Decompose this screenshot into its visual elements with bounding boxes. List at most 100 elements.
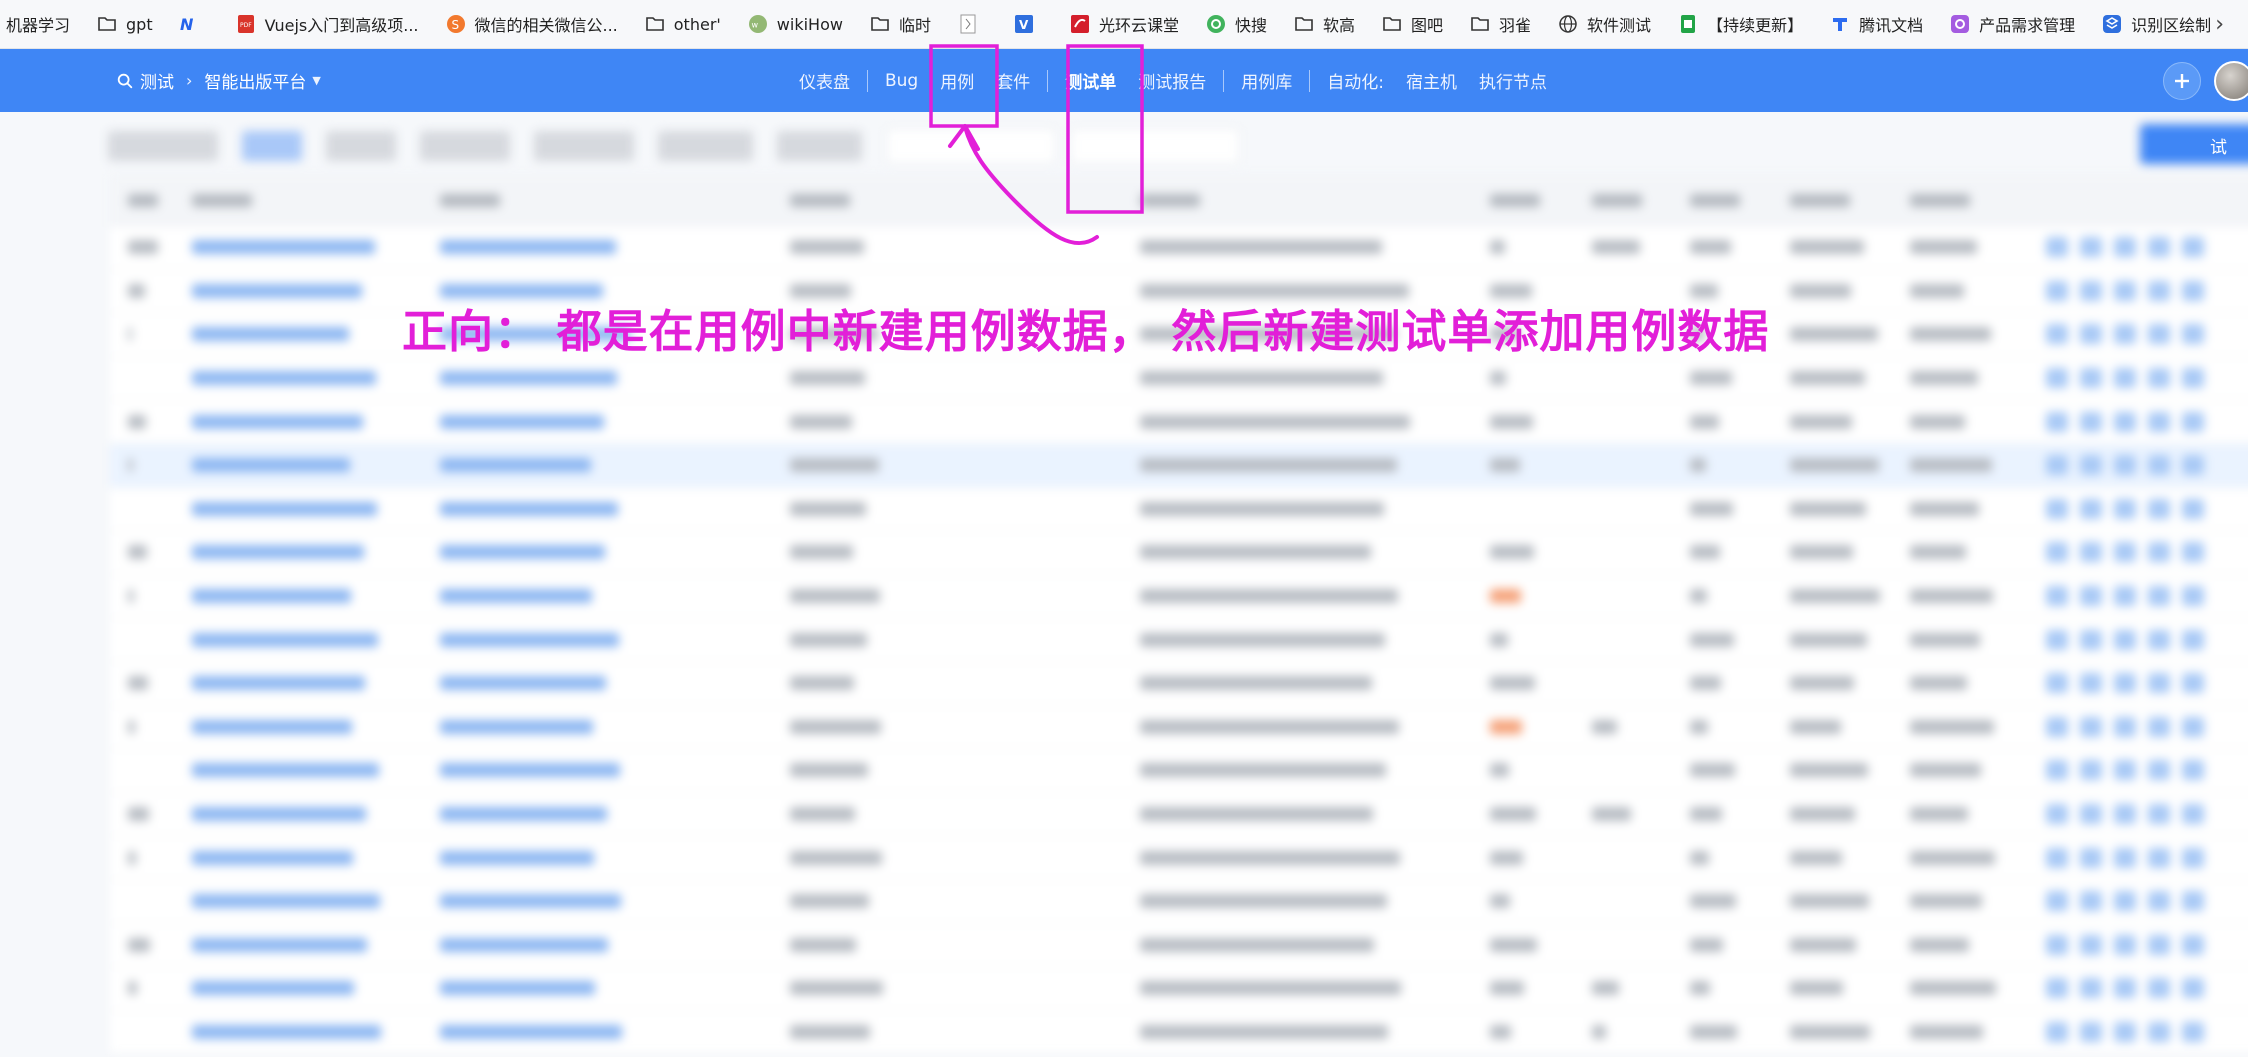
- avatar[interactable]: [2214, 61, 2248, 101]
- table-cell[interactable]: [192, 807, 366, 822]
- action-icon[interactable]: [2046, 934, 2068, 955]
- action-icon[interactable]: [2114, 411, 2136, 432]
- bookmark-item[interactable]: 软高: [1293, 0, 1355, 48]
- table-cell[interactable]: [192, 894, 380, 909]
- table-row[interactable]: [110, 531, 2248, 575]
- action-icon[interactable]: [2182, 237, 2204, 258]
- breadcrumb-root[interactable]: 测试: [140, 68, 174, 93]
- table-cell[interactable]: [440, 458, 591, 473]
- action-icon[interactable]: [2046, 891, 2068, 912]
- add-button[interactable]: [2163, 62, 2201, 100]
- table-cell[interactable]: [192, 937, 367, 952]
- bookmark-item[interactable]: other': [644, 0, 721, 48]
- table-cell[interactable]: [440, 1024, 622, 1039]
- menu-item[interactable]: 用例: [929, 68, 985, 93]
- table-cell[interactable]: [192, 240, 375, 255]
- action-icon[interactable]: [2114, 804, 2136, 825]
- chevron-right-icon[interactable]: ›: [2215, 12, 2224, 37]
- filter-input[interactable]: [1070, 128, 1240, 164]
- action-icon[interactable]: [2046, 237, 2068, 258]
- action-icon[interactable]: [2148, 542, 2170, 563]
- action-icon[interactable]: [2148, 804, 2170, 825]
- action-icon[interactable]: [2114, 1021, 2136, 1042]
- action-icon[interactable]: [2046, 368, 2068, 389]
- action-icon[interactable]: [2148, 716, 2170, 737]
- action-icon[interactable]: [2148, 1021, 2170, 1042]
- action-icon[interactable]: [2080, 324, 2102, 345]
- table-row[interactable]: [110, 618, 2248, 662]
- action-icon[interactable]: [2080, 411, 2102, 432]
- bookmark-item[interactable]: 产品需求管理: [1949, 0, 2075, 48]
- action-icon[interactable]: [2114, 629, 2136, 650]
- action-icon[interactable]: [2148, 280, 2170, 301]
- action-icon[interactable]: [2114, 978, 2136, 999]
- action-icon[interactable]: [2046, 673, 2068, 694]
- action-icon[interactable]: [2046, 978, 2068, 999]
- action-icon[interactable]: [2080, 455, 2102, 476]
- action-icon[interactable]: [2114, 368, 2136, 389]
- action-icon[interactable]: [2148, 760, 2170, 781]
- action-icon[interactable]: [2080, 498, 2102, 519]
- action-icon[interactable]: [2080, 804, 2102, 825]
- table-cell[interactable]: [192, 501, 377, 516]
- action-icon[interactable]: [2080, 629, 2102, 650]
- action-icon[interactable]: [2182, 804, 2204, 825]
- table-row[interactable]: [110, 924, 2248, 968]
- bookmark-item[interactable]: 识别区绘制: [2101, 0, 2211, 48]
- action-icon[interactable]: [2080, 760, 2102, 781]
- action-icon[interactable]: [2182, 324, 2204, 345]
- action-icon[interactable]: [2114, 280, 2136, 301]
- table-cell[interactable]: [192, 589, 351, 604]
- table-row[interactable]: [110, 836, 2248, 880]
- table-row[interactable]: [110, 400, 2248, 444]
- table-cell[interactable]: [192, 763, 379, 778]
- action-icon[interactable]: [2148, 891, 2170, 912]
- table-row[interactable]: [110, 706, 2248, 750]
- action-icon[interactable]: [2148, 498, 2170, 519]
- action-icon[interactable]: [2080, 368, 2102, 389]
- action-icon[interactable]: [2182, 847, 2204, 868]
- create-testtask-button[interactable]: [2140, 124, 2248, 164]
- filter-input[interactable]: [886, 128, 1056, 164]
- table-cell[interactable]: [440, 937, 608, 952]
- action-icon[interactable]: [2182, 280, 2204, 301]
- action-icon[interactable]: [2148, 629, 2170, 650]
- action-icon[interactable]: [2046, 455, 2068, 476]
- action-icon[interactable]: [2182, 1021, 2204, 1042]
- action-icon[interactable]: [2046, 629, 2068, 650]
- table-row[interactable]: [110, 443, 2248, 488]
- table-cell[interactable]: [440, 981, 595, 996]
- bookmark-item[interactable]: gpt: [96, 0, 153, 48]
- action-icon[interactable]: [2080, 716, 2102, 737]
- action-icon[interactable]: [2080, 847, 2102, 868]
- table-row[interactable]: [110, 488, 2248, 532]
- action-icon[interactable]: [2046, 760, 2068, 781]
- bookmark-item[interactable]: 软件测试: [1557, 0, 1651, 48]
- action-icon[interactable]: [2114, 237, 2136, 258]
- menu-item[interactable]: 执行节点: [1468, 68, 1558, 93]
- menu-item[interactable]: 宿主机: [1395, 68, 1468, 93]
- project-selector[interactable]: 智能出版平台: [204, 68, 306, 93]
- action-icon[interactable]: [2182, 629, 2204, 650]
- bookmark-item[interactable]: [957, 0, 987, 48]
- action-icon[interactable]: [2080, 586, 2102, 607]
- action-icon[interactable]: [2080, 280, 2102, 301]
- table-cell[interactable]: [192, 719, 352, 734]
- action-icon[interactable]: [2114, 586, 2136, 607]
- table-cell[interactable]: [440, 807, 607, 822]
- menu-item[interactable]: 测试报告: [1127, 68, 1217, 93]
- action-icon[interactable]: [2182, 978, 2204, 999]
- table-cell[interactable]: [440, 894, 621, 909]
- table-cell[interactable]: [440, 414, 604, 429]
- table-row[interactable]: [110, 967, 2248, 1011]
- action-icon[interactable]: [2182, 411, 2204, 432]
- bookmark-item[interactable]: 光环云课堂: [1069, 0, 1179, 48]
- filter-chip[interactable]: [534, 131, 634, 161]
- bookmark-item[interactable]: V: [1013, 0, 1043, 48]
- table-row[interactable]: [110, 662, 2248, 706]
- menu-item[interactable]: 仪表盘: [788, 68, 861, 93]
- filter-chip[interactable]: [108, 131, 218, 161]
- action-icon[interactable]: [2114, 760, 2136, 781]
- table-cell[interactable]: [192, 327, 349, 342]
- table-row[interactable]: [110, 1011, 2248, 1055]
